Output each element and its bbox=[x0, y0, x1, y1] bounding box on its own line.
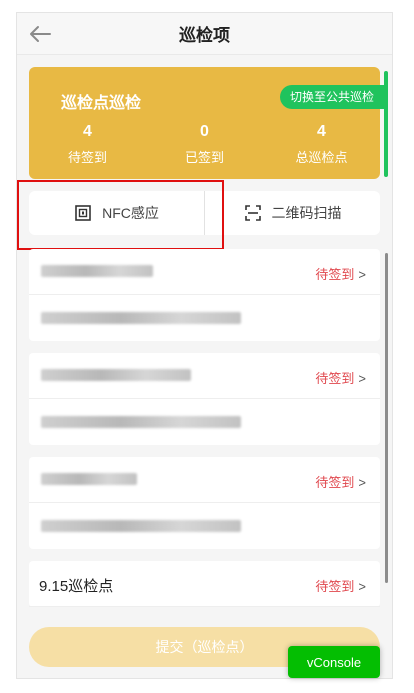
stat-signed-label: 已签到 bbox=[184, 150, 224, 165]
stat-total: 4 总巡检点 bbox=[263, 121, 380, 166]
app-frame: 巡检项 巡检点巡检 切换至公共巡检 4 待签到 0 已签到 4 总巡检点 NFC… bbox=[16, 12, 393, 679]
redacted-text bbox=[41, 369, 191, 381]
summary-card: 巡检点巡检 切换至公共巡检 4 待签到 0 已签到 4 总巡检点 bbox=[29, 67, 388, 179]
stat-pending-value: 4 bbox=[83, 123, 92, 140]
list-scrollbar[interactable] bbox=[385, 253, 388, 583]
chevron-right-icon: > bbox=[358, 371, 366, 386]
chevron-right-icon: > bbox=[358, 579, 366, 594]
redacted-text bbox=[41, 265, 153, 277]
chevron-right-icon: > bbox=[358, 267, 366, 282]
chevron-right-icon: > bbox=[358, 475, 366, 490]
stat-signed: 0 已签到 bbox=[146, 121, 263, 166]
summary-scrollbar[interactable] bbox=[384, 71, 388, 177]
scan-icon bbox=[244, 205, 261, 221]
list-item[interactable]: 9.15巡检点 待签到 > bbox=[29, 561, 380, 607]
stats-row: 4 待签到 0 已签到 4 总巡检点 bbox=[29, 121, 380, 166]
stat-pending: 4 待签到 bbox=[29, 121, 146, 166]
vconsole-button[interactable]: vConsole bbox=[288, 646, 380, 678]
tab-qr-scan[interactable]: 二维码扫描 bbox=[205, 191, 380, 235]
stat-pending-label: 待签到 bbox=[67, 150, 107, 165]
tab-qr-label: 二维码扫描 bbox=[271, 205, 342, 221]
status-pending: 待签到 > bbox=[315, 475, 366, 490]
redacted-text bbox=[41, 520, 241, 532]
back-button[interactable] bbox=[25, 19, 55, 49]
nav-header: 巡检项 bbox=[17, 13, 392, 55]
nfc-icon bbox=[75, 205, 91, 221]
summary-title: 巡检点巡检 bbox=[61, 95, 142, 112]
redacted-text bbox=[41, 473, 137, 485]
redacted-text bbox=[41, 416, 241, 428]
tab-nfc-label: NFC感应 bbox=[102, 205, 159, 221]
stat-signed-value: 0 bbox=[200, 123, 209, 140]
page-title: 巡检项 bbox=[179, 26, 230, 45]
checkin-tabs: NFC感应 二维码扫描 bbox=[29, 191, 380, 235]
status-pending: 待签到 > bbox=[315, 267, 366, 282]
tab-nfc[interactable]: NFC感应 bbox=[29, 191, 204, 235]
switch-public-button[interactable]: 切换至公共巡检 bbox=[279, 85, 388, 109]
stat-total-label: 总巡检点 bbox=[295, 150, 348, 165]
list-item[interactable]: 待签到 > bbox=[29, 249, 380, 341]
checkpoint-name: 9.15巡检点 bbox=[39, 578, 114, 595]
status-pending: 待签到 > bbox=[315, 579, 366, 594]
list-item[interactable]: 待签到 > bbox=[29, 457, 380, 549]
redacted-text bbox=[41, 312, 241, 324]
stat-total-value: 4 bbox=[317, 123, 326, 140]
list-item[interactable]: 待签到 > bbox=[29, 353, 380, 445]
status-pending: 待签到 > bbox=[315, 371, 366, 386]
arrow-left-icon bbox=[30, 26, 51, 42]
